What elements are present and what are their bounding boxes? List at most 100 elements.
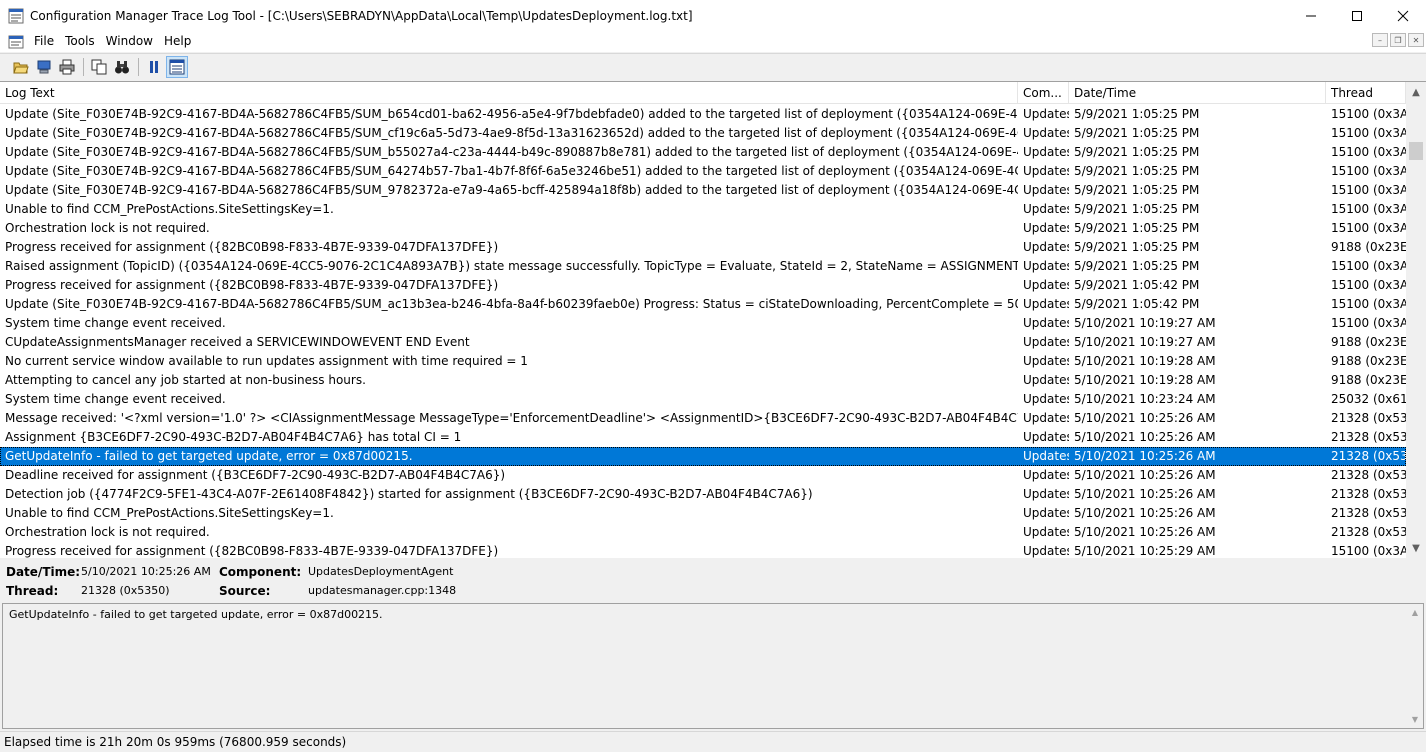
- table-row[interactable]: Update (Site_F030E74B-92C9-4167-BD4A-568…: [0, 105, 1406, 124]
- message-text-area[interactable]: GetUpdateInfo - failed to get targeted u…: [2, 603, 1424, 729]
- table-row[interactable]: Progress received for assignment ({82BC0…: [0, 542, 1406, 558]
- table-row[interactable]: System time change event received. Update…: [0, 390, 1406, 409]
- message-scrollbar[interactable]: ▲ ▼: [1407, 604, 1423, 728]
- maximize-button[interactable]: [1334, 0, 1380, 31]
- thread-cell: 21328 (0x5350): [1331, 430, 1406, 444]
- table-row[interactable]: CUpdateAssignmentsManager received a SER…: [0, 333, 1406, 352]
- table-row[interactable]: Update (Site_F030E74B-92C9-4167-BD4A-568…: [0, 124, 1406, 143]
- scroll-up-icon[interactable]: ▲: [1406, 84, 1426, 101]
- menu-file[interactable]: File: [30, 31, 61, 52]
- table-row[interactable]: Update (Site_F030E74B-92C9-4167-BD4A-568…: [0, 295, 1406, 314]
- details-pane-button[interactable]: [166, 56, 188, 78]
- child-close-button[interactable]: ✕: [1408, 33, 1424, 47]
- scroll-down-icon[interactable]: ▼: [1406, 540, 1426, 557]
- table-row[interactable]: Update (Site_F030E74B-92C9-4167-BD4A-568…: [0, 143, 1406, 162]
- table-row[interactable]: Orchestration lock is not required. Updat…: [0, 219, 1406, 238]
- log-text-cell: Assignment {B3CE6DF7-2C90-493C-B2D7-AB04…: [5, 430, 462, 444]
- thread-cell: 21328 (0x5350): [1331, 449, 1406, 463]
- title-bar[interactable]: Configuration Manager Trace Log Tool - […: [0, 0, 1426, 31]
- log-text-cell: Progress received for assignment ({82BC0…: [5, 278, 499, 292]
- log-rows: Update (Site_F030E74B-92C9-4167-BD4A-568…: [0, 105, 1406, 558]
- component-cell: UpdatesDeploymentAgent: [1023, 525, 1069, 539]
- table-row[interactable]: Assignment {B3CE6DF7-2C90-493C-B2D7-AB04…: [0, 428, 1406, 447]
- table-row[interactable]: Unable to find CCM_PrePostActions.SiteSe…: [0, 200, 1406, 219]
- datetime-cell: 5/10/2021 10:25:26 AM: [1074, 506, 1216, 520]
- table-row[interactable]: Progress received for assignment ({82BC0…: [0, 238, 1406, 257]
- table-row[interactable]: Update (Site_F030E74B-92C9-4167-BD4A-568…: [0, 181, 1406, 200]
- child-restore-button[interactable]: ❐: [1390, 33, 1406, 47]
- component-cell: UpdatesDeploymentAgent: [1023, 430, 1069, 444]
- component-cell: UpdatesDeploymentAgent: [1023, 297, 1069, 311]
- close-button[interactable]: [1380, 0, 1426, 31]
- component-cell: UpdatesDeploymentAgent: [1023, 164, 1069, 178]
- message-text: GetUpdateInfo - failed to get targeted u…: [9, 608, 383, 621]
- toolbar-separator: [83, 58, 84, 76]
- log-text-cell: Deadline received for assignment ({B3CE6…: [5, 468, 506, 482]
- table-row[interactable]: No current service window available to r…: [0, 352, 1406, 371]
- column-header-log-text[interactable]: Log Text: [0, 82, 1018, 104]
- component-cell: UpdatesDeploymentAgent: [1023, 392, 1069, 406]
- table-row[interactable]: System time change event received. Update…: [0, 314, 1406, 333]
- log-text-cell: System time change event received.: [5, 392, 226, 406]
- thread-cell: 15100 (0x3AFC): [1331, 316, 1406, 330]
- table-row[interactable]: Deadline received for assignment ({B3CE6…: [0, 466, 1406, 485]
- window-title: Configuration Manager Trace Log Tool - […: [30, 8, 693, 23]
- minimize-button[interactable]: [1288, 0, 1334, 31]
- thread-cell: 9188 (0x23E4): [1331, 354, 1406, 368]
- table-row[interactable]: Progress received for assignment ({82BC0…: [0, 276, 1406, 295]
- thread-cell: 15100 (0x3AFC): [1331, 544, 1406, 558]
- datetime-cell: 5/9/2021 1:05:25 PM: [1074, 107, 1200, 121]
- datetime-cell: 5/10/2021 10:25:29 AM: [1074, 544, 1216, 558]
- menu-help[interactable]: Help: [160, 31, 198, 52]
- pause-button[interactable]: [143, 56, 165, 78]
- log-text-cell: Update (Site_F030E74B-92C9-4167-BD4A-568…: [5, 297, 1018, 311]
- scroll-up-icon[interactable]: ▲: [1412, 608, 1418, 617]
- table-row[interactable]: Raised assignment (TopicID) ({0354A124-0…: [0, 257, 1406, 276]
- log-text-cell: Orchestration lock is not required.: [5, 221, 210, 235]
- detail-thread-value: 21328 (0x5350): [81, 584, 170, 597]
- thread-cell: 15100 (0x3AFC): [1331, 126, 1406, 140]
- vertical-scrollbar[interactable]: ▲ ▼: [1406, 82, 1426, 558]
- datetime-cell: 5/10/2021 10:25:26 AM: [1074, 468, 1216, 482]
- menu-tools[interactable]: Tools: [61, 31, 102, 52]
- details-panel: Date/Time: 5/10/2021 10:25:26 AM Compone…: [0, 559, 1426, 603]
- table-row[interactable]: GetUpdateInfo - failed to get targeted u…: [0, 447, 1406, 466]
- minimize-icon: –: [1378, 35, 1382, 45]
- open-button[interactable]: [10, 56, 32, 78]
- menu-bar: File Tools Window Help – ❐ ✕: [0, 31, 1426, 52]
- menu-window[interactable]: Window: [102, 31, 160, 52]
- table-row[interactable]: Attempting to cancel any job started at …: [0, 371, 1406, 390]
- table-row[interactable]: Message received: '<?xml version='1.0' ?…: [0, 409, 1406, 428]
- scroll-thumb[interactable]: [1409, 142, 1423, 160]
- log-text-cell: Update (Site_F030E74B-92C9-4167-BD4A-568…: [5, 126, 1018, 140]
- log-grid[interactable]: Log Text Com... Date/Time Thread Update …: [0, 81, 1426, 558]
- table-row[interactable]: Update (Site_F030E74B-92C9-4167-BD4A-568…: [0, 162, 1406, 181]
- save-button[interactable]: [33, 56, 55, 78]
- copy-button[interactable]: [88, 56, 110, 78]
- component-cell: UpdatesDeploymentAgent: [1023, 221, 1069, 235]
- component-cell: UpdatesDeploymentAgent: [1023, 145, 1069, 159]
- datetime-cell: 5/10/2021 10:25:26 AM: [1074, 449, 1216, 463]
- component-cell: UpdatesDeploymentAgent: [1023, 449, 1069, 463]
- thread-cell: 15100 (0x3AFC): [1331, 145, 1406, 159]
- component-cell: UpdatesDeploymentAgent: [1023, 107, 1069, 121]
- component-cell: UpdatesDeploymentAgent: [1023, 126, 1069, 140]
- detail-datetime-value: 5/10/2021 10:25:26 AM: [81, 565, 211, 578]
- column-header-datetime[interactable]: Date/Time: [1069, 82, 1326, 104]
- child-minimize-button[interactable]: –: [1372, 33, 1388, 47]
- scroll-down-icon[interactable]: ▼: [1412, 715, 1418, 724]
- table-row[interactable]: Unable to find CCM_PrePostActions.SiteSe…: [0, 504, 1406, 523]
- thread-cell: 15100 (0x3AFC): [1331, 183, 1406, 197]
- component-cell: UpdatesDeploymentAgent: [1023, 544, 1069, 558]
- log-text-cell: Update (Site_F030E74B-92C9-4167-BD4A-568…: [5, 145, 1018, 159]
- column-header-component[interactable]: Com...: [1018, 82, 1069, 104]
- datetime-cell: 5/10/2021 10:25:26 AM: [1074, 430, 1216, 444]
- document-icon[interactable]: [8, 34, 24, 50]
- datetime-cell: 5/10/2021 10:19:27 AM: [1074, 335, 1216, 349]
- computer-icon: [37, 60, 51, 74]
- table-row[interactable]: Orchestration lock is not required. Updat…: [0, 523, 1406, 542]
- print-button[interactable]: [56, 56, 78, 78]
- column-header-thread[interactable]: Thread: [1326, 82, 1406, 104]
- find-button[interactable]: [111, 56, 133, 78]
- table-row[interactable]: Detection job ({4774F2C9-5FE1-43C4-A07F-…: [0, 485, 1406, 504]
